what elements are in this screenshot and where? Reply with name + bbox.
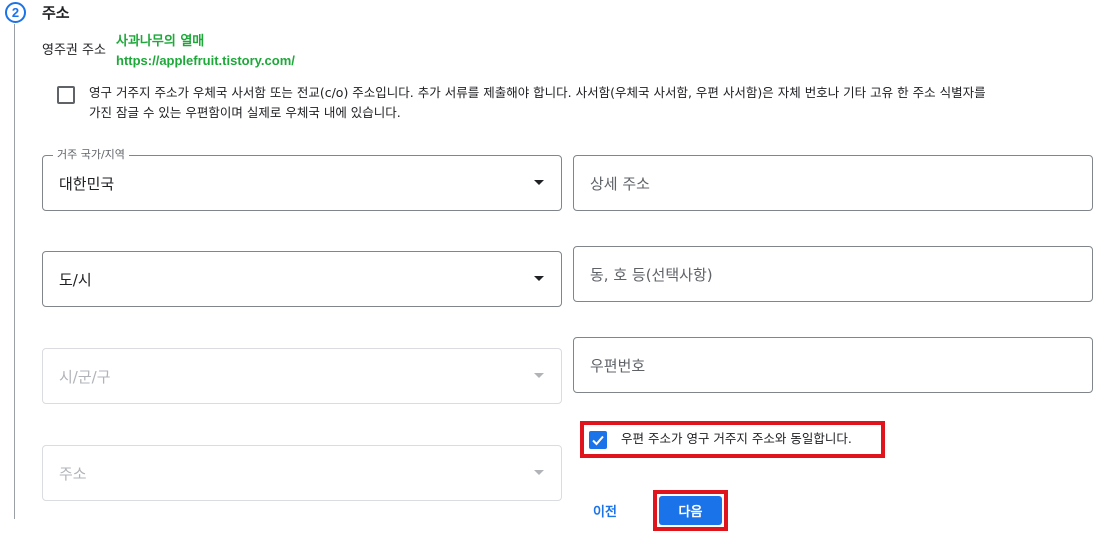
unit-input[interactable]: 동, 호 등(선택사항): [573, 246, 1093, 302]
dropdown-arrow-icon: [534, 276, 544, 281]
same-address-highlight: 우편 주소가 영구 거주지 주소와 동일합니다.: [580, 421, 885, 458]
detail-address-input[interactable]: 상세 주소: [573, 155, 1093, 211]
step-connector-line: [14, 24, 15, 519]
checkmark-icon: [592, 435, 604, 446]
same-address-label: 우편 주소가 영구 거주지 주소와 동일합니다.: [621, 431, 852, 446]
address-select-placeholder: 주소: [59, 464, 87, 483]
po-box-checkbox[interactable]: [57, 86, 75, 104]
postal-code-placeholder: 우편번호: [590, 356, 646, 375]
step-number-badge: 2: [5, 2, 26, 23]
residency-address-label: 영주권 주소: [42, 43, 106, 58]
po-box-description: 영구 거주지 주소가 우체국 사서함 또는 전교(c/o) 주소입니다. 추가 …: [89, 85, 986, 120]
next-button[interactable]: 다음: [659, 496, 722, 525]
state-select-placeholder: 도/시: [59, 270, 92, 289]
section-title: 주소: [42, 4, 70, 22]
city-select: 시/군/구: [42, 348, 562, 404]
dropdown-arrow-icon: [534, 373, 544, 378]
same-address-checkbox[interactable]: [589, 431, 607, 449]
address-select: 주소: [42, 445, 562, 501]
unit-placeholder: 동, 호 등(선택사항): [590, 265, 713, 284]
detail-address-placeholder: 상세 주소: [590, 174, 650, 193]
city-select-placeholder: 시/군/구: [59, 367, 111, 386]
dropdown-arrow-icon: [534, 180, 544, 185]
country-select-value: 대한민국: [59, 174, 115, 193]
watermark-blog-name: 사과나무의 열매: [116, 34, 205, 49]
dropdown-arrow-icon: [534, 470, 544, 475]
postal-code-input[interactable]: 우편번호: [573, 337, 1093, 393]
next-button-highlight: 다음: [653, 490, 728, 531]
country-select[interactable]: 거주 국가/지역 대한민국: [42, 148, 562, 211]
watermark-blog-url: https://applefruit.tistory.com/: [116, 53, 295, 68]
state-select[interactable]: 도/시: [42, 251, 562, 307]
previous-button[interactable]: 이전: [582, 496, 628, 524]
